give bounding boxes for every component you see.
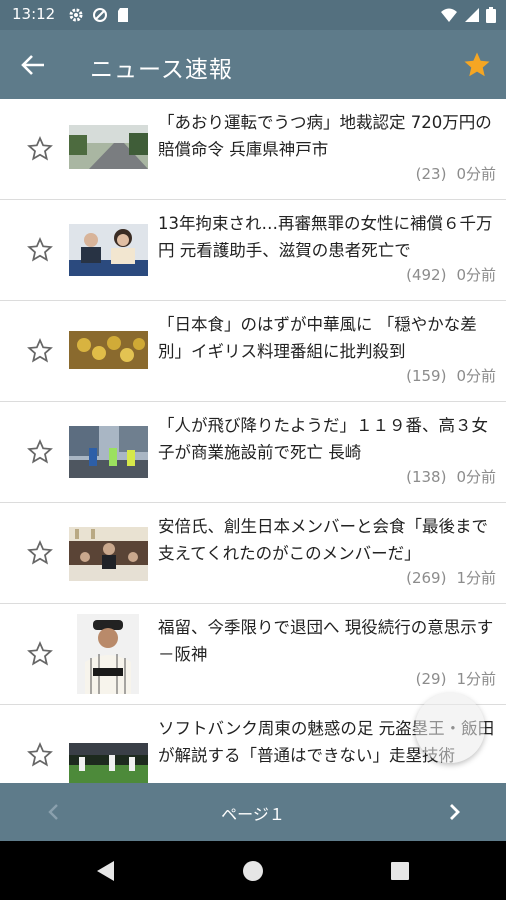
- headline: 「日本食」のはずが中華風に 「穏やかな差別」イギリス料理番組に批判殺到: [158, 315, 477, 361]
- star-outline-icon[interactable]: [27, 439, 53, 465]
- pager-bar: ページ１: [0, 783, 506, 841]
- nav-back-icon[interactable]: [92, 857, 120, 885]
- headline: 「人が飛び降りたようだ」１１９番、高３女子が商業施設前で死亡 長崎: [158, 416, 488, 462]
- system-navigation-bar: [0, 841, 506, 900]
- thumbnail-baseball-field-image: [69, 743, 148, 783]
- headline: 「あおり運転でうつ病」地裁認定 720万円の賠償命令 兵庫県神戸市: [158, 113, 492, 159]
- headline: 福留、今季限りで退団へ 現役続行の意思示す－阪神: [158, 618, 494, 664]
- nav-recents-icon[interactable]: [386, 857, 414, 885]
- list-item[interactable]: 福留、今季限りで退団へ 現役続行の意思示す－阪神 (29) 1分前: [0, 604, 506, 705]
- star-outline-icon[interactable]: [27, 540, 53, 566]
- timestamp: 0分前: [456, 165, 496, 183]
- list-item[interactable]: 「あおり運転でうつ病」地裁認定 720万円の賠償命令 兵庫県神戸市 (23) 0分…: [0, 99, 506, 200]
- news-list[interactable]: 「あおり運転でうつ病」地裁認定 720万円の賠償命令 兵庫県神戸市 (23) 0分…: [0, 99, 506, 783]
- timestamp: 1分前: [456, 670, 496, 688]
- data-saver-icon: [93, 8, 107, 22]
- battery-icon: [486, 7, 496, 23]
- thumbnail-street-scene-image: [69, 426, 148, 478]
- comment-count: (159): [406, 367, 447, 385]
- thumbnail-food-image: [69, 331, 148, 369]
- sd-card-icon: [118, 8, 128, 22]
- status-time: 13:12: [12, 5, 56, 23]
- signal-icon: [465, 8, 479, 22]
- comment-count: (492): [406, 266, 447, 284]
- comment-count: (138): [406, 468, 447, 486]
- chevron-right-icon[interactable]: [440, 798, 468, 826]
- comment-count: (23): [415, 165, 447, 183]
- headline: 安倍氏、創生日本メンバーと会食「最後まで支えてくれたのがこのメンバーだ」: [158, 517, 488, 563]
- thumbnail-road-image: [69, 125, 148, 169]
- thumbnail-press-conference-image: [69, 224, 148, 276]
- headline: 13年拘束され…再審無罪の女性に補償６千万円 元看護助手、滋賀の患者死亡で: [158, 214, 493, 260]
- favorites-star-icon[interactable]: [462, 50, 492, 80]
- list-item[interactable]: 安倍氏、創生日本メンバーと会食「最後まで支えてくれたのがこのメンバーだ」 (26…: [0, 503, 506, 604]
- page-indicator: ページ１: [221, 805, 285, 824]
- timestamp: 0分前: [456, 367, 496, 385]
- article-meta: (159) 0分前: [406, 365, 496, 386]
- nav-home-icon[interactable]: [239, 857, 267, 885]
- comment-count: (29): [415, 670, 447, 688]
- settings-icon: [69, 8, 83, 22]
- app-bar: ニュース速報: [0, 30, 506, 99]
- status-bar: 13:12: [0, 0, 506, 30]
- timestamp: 0分前: [456, 468, 496, 486]
- floating-action-button[interactable]: [415, 693, 485, 763]
- list-item[interactable]: 「人が飛び降りたようだ」１１９番、高３女子が商業施設前で死亡 長崎 (138) 0…: [0, 402, 506, 503]
- star-outline-icon[interactable]: [27, 641, 53, 667]
- star-outline-icon[interactable]: [27, 136, 53, 162]
- article-meta: (269) 1分前: [406, 567, 496, 588]
- thumbnail-baseball-player-image: [77, 614, 139, 694]
- wifi-icon: [441, 8, 457, 22]
- star-outline-icon[interactable]: [27, 742, 53, 768]
- article-meta: (23) 0分前: [416, 163, 496, 184]
- back-arrow-icon[interactable]: [16, 50, 52, 80]
- article-meta: (492) 0分前: [406, 264, 496, 285]
- comment-count: (269): [406, 569, 447, 587]
- star-outline-icon[interactable]: [27, 237, 53, 263]
- thumbnail-dinner-meeting-image: [69, 527, 148, 581]
- star-outline-icon[interactable]: [27, 338, 53, 364]
- timestamp: 1分前: [456, 569, 496, 587]
- article-meta: (138) 0分前: [406, 466, 496, 487]
- list-item[interactable]: 13年拘束され…再審無罪の女性に補償６千万円 元看護助手、滋賀の患者死亡で (4…: [0, 200, 506, 301]
- page-title: ニュース速報: [90, 57, 233, 83]
- article-meta: (29) 1分前: [416, 668, 496, 689]
- timestamp: 0分前: [456, 266, 496, 284]
- list-item[interactable]: 「日本食」のはずが中華風に 「穏やかな差別」イギリス料理番組に批判殺到 (159…: [0, 301, 506, 402]
